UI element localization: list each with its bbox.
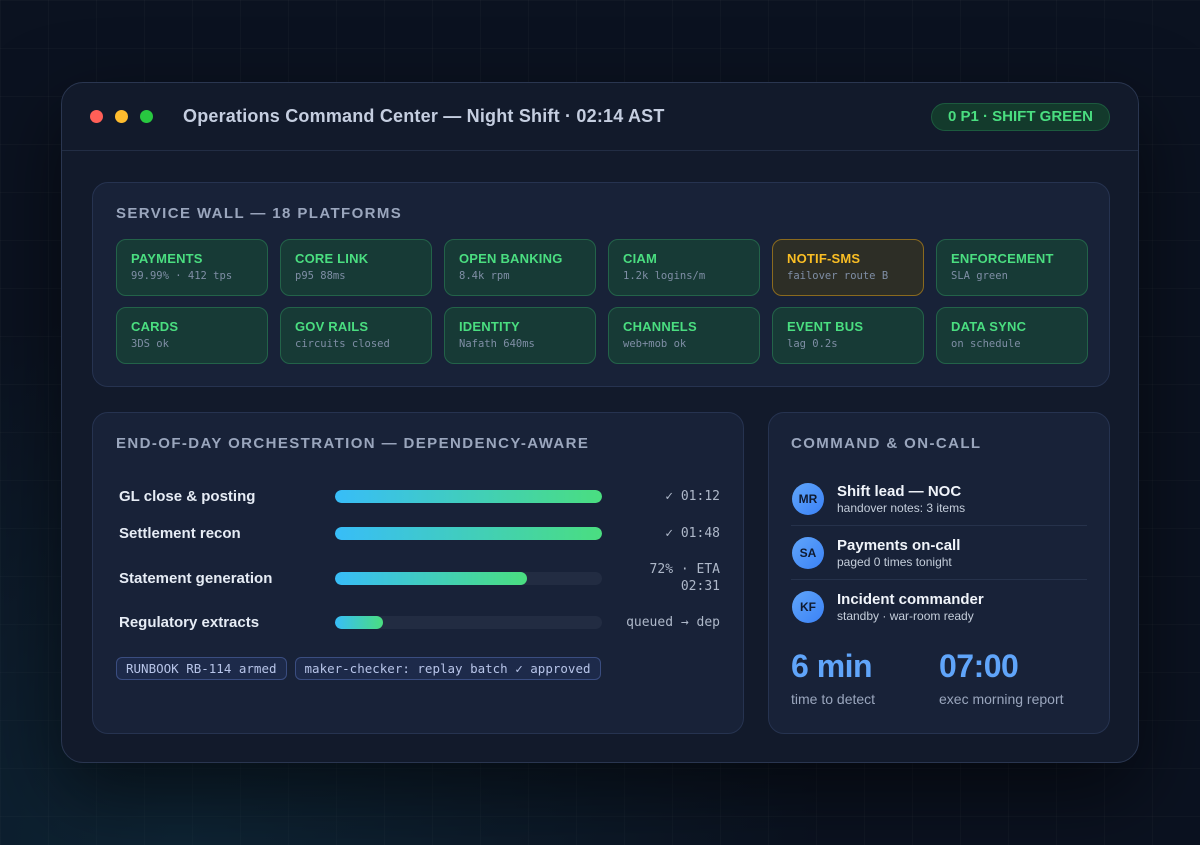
job-row: Settlement recon ✓ 01:48 (116, 515, 720, 552)
job-status: ✓ 01:12 (665, 489, 720, 504)
oncall-person[interactable]: SA Payments on-call paged 0 times tonigh… (791, 526, 1087, 580)
kpi-time-to-detect: 6 min time to detect (791, 648, 939, 707)
avatar: MR (792, 482, 824, 515)
close-window-button[interactable] (90, 110, 103, 123)
service-tiles-grid: PAYMENTS 99.99% · 412 tps CORE LINK p95 … (116, 239, 1088, 364)
tile-name: CORE LINK (295, 251, 369, 266)
tile-name: DATA SYNC (951, 319, 1027, 334)
tile-metric: lag 0.2s (787, 338, 838, 350)
kpi-row: 6 min time to detect 07:00 exec morning … (791, 648, 1087, 707)
kpi-value: 6 min (791, 648, 873, 684)
maker-checker-chip[interactable]: maker-checker: replay batch ✓ approved (294, 657, 601, 680)
app-window: Operations Command Center — Night Shift … (61, 82, 1139, 763)
service-tile-enforcement[interactable]: ENFORCEMENT SLA green (936, 239, 1088, 296)
tile-metric: on schedule (951, 338, 1021, 350)
orchestration-chips: RUNBOOK RB-114 armed maker-checker: repl… (116, 657, 720, 680)
job-progress-bar (335, 571, 602, 585)
runbook-chip[interactable]: RUNBOOK RB-114 armed (116, 657, 287, 680)
job-progress-fill (335, 571, 528, 585)
job-progress-bar (335, 527, 602, 540)
tile-metric: circuits closed (295, 338, 390, 350)
avatar: SA (792, 536, 824, 569)
person-note: handover notes: 3 items (837, 500, 966, 515)
job-name: Regulatory extracts (119, 614, 260, 631)
kpi-label: exec morning report (939, 691, 1064, 707)
tile-name: PAYMENTS (131, 251, 203, 266)
service-tile-channels[interactable]: CHANNELS web+mob ok (608, 307, 760, 364)
person-note: standby · war-room ready (837, 609, 974, 623)
tile-name: CIAM (623, 251, 658, 266)
job-progress-bar (335, 490, 602, 503)
job-name: GL close & posting (119, 488, 256, 505)
tile-name: CHANNELS (623, 319, 697, 334)
title-bar: Operations Command Center — Night Shift … (62, 83, 1138, 151)
eod-orchestration-panel: END-OF-DAY ORCHESTRATION — DEPENDENCY-AW… (92, 412, 744, 734)
job-name: Statement generation (119, 569, 273, 587)
tile-metric: 99.99% · 412 tps (131, 270, 233, 282)
service-wall-panel: SERVICE WALL — 18 PLATFORMS PAYMENTS 99.… (92, 182, 1110, 387)
job-list: GL close & posting ✓ 01:12 Settlement re… (116, 478, 720, 641)
maximize-window-button[interactable] (140, 110, 153, 123)
tile-name: NOTIF-SMS (787, 251, 861, 266)
service-tile-ciam[interactable]: CIAM 1.2k logins/m (608, 239, 760, 296)
person-role: Payments on-call (837, 536, 961, 554)
service-tile-cards[interactable]: CARDS 3DS ok (116, 307, 268, 364)
command-oncall-panel: COMMAND & ON-CALL MR Shift lead — NOC ha… (768, 412, 1110, 734)
job-status: ✓ 01:48 (665, 526, 720, 541)
service-tile-open-banking[interactable]: OPEN BANKING 8.4k rpm (444, 239, 596, 296)
job-progress-bar (335, 616, 602, 629)
job-progress-fill (335, 527, 602, 540)
tile-name: CARDS (131, 319, 179, 334)
person-role: Shift lead — NOC (837, 482, 962, 500)
job-progress-fill (335, 616, 384, 629)
service-tile-notif-sms[interactable]: NOTIF-SMS failover route B (772, 239, 924, 296)
tile-metric: failover route B (787, 270, 889, 282)
kpi-value: 07:00 (939, 648, 1019, 684)
service-tile-data-sync[interactable]: DATA SYNC on schedule (936, 307, 1088, 364)
tile-metric: web+mob ok (623, 338, 687, 350)
job-row: Regulatory extracts queued → dep (116, 604, 720, 641)
kpi-exec-report: 07:00 exec morning report (939, 648, 1087, 707)
avatar: KF (792, 591, 824, 623)
oncall-title: COMMAND & ON-CALL (791, 435, 982, 452)
job-status-line: 72% · ETA (649, 562, 720, 577)
job-status: 72% · ETA 02:31 (650, 561, 720, 595)
tile-name: GOV RAILS (295, 319, 369, 334)
service-tile-payments[interactable]: PAYMENTS 99.99% · 412 tps (116, 239, 268, 296)
job-row: GL close & posting ✓ 01:12 (116, 478, 720, 515)
oncall-list: MR Shift lead — NOC handover notes: 3 it… (791, 472, 1087, 634)
tile-name: ENFORCEMENT (951, 251, 1054, 266)
service-tile-event-bus[interactable]: EVENT BUS lag 0.2s (772, 307, 924, 364)
kpi-label: time to detect (791, 691, 876, 707)
tile-metric: 1.2k logins/m (623, 270, 706, 282)
oncall-person[interactable]: MR Shift lead — NOC handover notes: 3 it… (791, 472, 1087, 526)
tile-metric: SLA green (951, 270, 1008, 282)
person-note: paged 0 times tonight (837, 554, 952, 569)
service-tile-identity[interactable]: IDENTITY Nafath 640ms (444, 307, 596, 364)
oncall-person[interactable]: KF Incident commander standby · war-room… (791, 580, 1087, 634)
tile-metric: 8.4k rpm (459, 270, 510, 282)
job-status: queued → dep (626, 615, 720, 630)
tile-metric: p95 88ms (295, 270, 346, 282)
service-wall-title: SERVICE WALL — 18 PLATFORMS (116, 205, 403, 222)
service-tile-core-link[interactable]: CORE LINK p95 88ms (280, 239, 432, 296)
job-status-line: 02:31 (680, 579, 720, 594)
person-role: Incident commander (837, 591, 984, 608)
orchestration-title: END-OF-DAY ORCHESTRATION — DEPENDENCY-AW… (116, 435, 590, 452)
window-title: Operations Command Center — Night Shift … (183, 106, 665, 126)
tile-metric: 3DS ok (131, 338, 169, 350)
shift-status-badge: 0 P1 · SHIFT GREEN (930, 103, 1110, 131)
job-progress-fill (335, 490, 602, 503)
tile-name: EVENT BUS (787, 319, 864, 334)
tile-name: IDENTITY (459, 319, 520, 334)
tile-metric: Nafath 640ms (459, 338, 535, 350)
job-row: Statement generation 72% · ETA 02:31 (116, 552, 720, 604)
tile-name: OPEN BANKING (459, 251, 563, 266)
job-name: Settlement recon (119, 525, 241, 542)
service-tile-gov-rails[interactable]: GOV RAILS circuits closed (280, 307, 432, 364)
minimize-window-button[interactable] (115, 110, 128, 123)
